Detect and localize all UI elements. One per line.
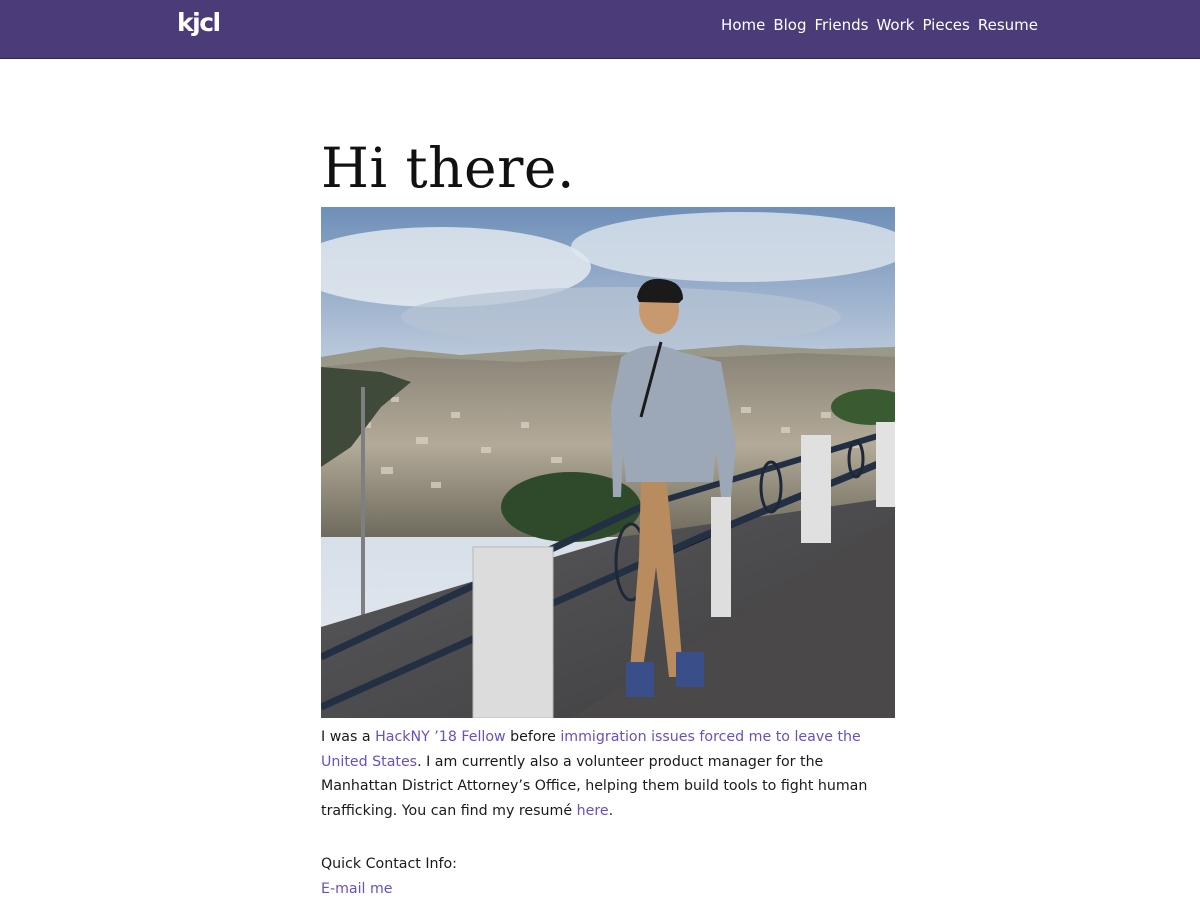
nav-link-resume[interactable]: Resume [978,15,1038,35]
hero-photo [321,207,895,718]
contact-heading: Quick Contact Info: [321,856,457,872]
resume-link[interactable]: here [577,803,609,819]
bio-text-2: before [505,729,561,745]
nav-link-friends[interactable]: Friends [815,15,869,35]
navbar: kjcl Home Blog Friends Work Pieces Resum… [0,0,1200,59]
nav-link-work[interactable]: Work [876,15,914,35]
hackny-fellow-link[interactable]: HackNY ’18 Fellow [375,729,506,745]
main-nav: Home Blog Friends Work Pieces Resume [721,15,1038,35]
nav-link-blog[interactable]: Blog [773,15,806,35]
bio-text-1: I was a [321,729,376,745]
nav-link-pieces[interactable]: Pieces [922,15,969,35]
page-title: Hi there. [321,136,575,200]
site-logo[interactable]: kjcl [177,8,221,38]
bio-text-4: . [608,802,614,819]
email-link[interactable]: E-mail me [321,881,393,897]
nav-link-home[interactable]: Home [721,15,765,35]
contact-section: Quick Contact Info: E-mail me [321,852,457,901]
bio-paragraph: I was a HackNY ’18 Fellow before immigra… [321,725,895,823]
main-content: Hi there. I was a HackNY ’18 Fellow befo… [321,128,895,897]
